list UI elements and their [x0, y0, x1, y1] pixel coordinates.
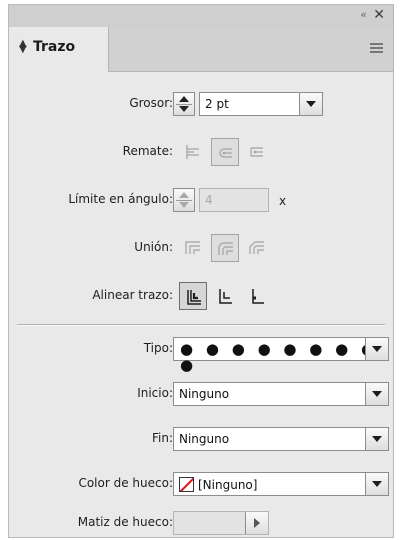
limite-label: Límite en ángulo: [68, 192, 173, 206]
inicio-row: Inicio: Ninguno [9, 379, 393, 409]
color-hueco-dropdown[interactable]: [Ninguno] [173, 472, 389, 496]
projecting-cap-icon[interactable] [243, 138, 271, 166]
close-panel-button[interactable]: ✕ [373, 7, 385, 23]
tab-label: Trazo [33, 39, 76, 55]
matiz-hueco-row: Matiz de hueco: [9, 508, 393, 537]
expand-options-icon[interactable]: ▲ ▼ [19, 39, 27, 55]
tipo-dropdown-button[interactable] [365, 338, 388, 360]
matiz-hueco-label: Matiz de hueco: [77, 515, 173, 529]
limite-stepper[interactable] [173, 188, 195, 212]
fin-label: Fin: [151, 431, 173, 445]
limite-row: Límite en ángulo: 4 x [9, 185, 393, 215]
tab-trazo[interactable]: ▲ ▼ Trazo [9, 27, 109, 72]
inicio-label: Inicio: [137, 386, 173, 400]
butt-cap-icon[interactable] [179, 138, 207, 166]
color-hueco-dropdown-button[interactable] [365, 473, 388, 495]
matiz-hueco-input[interactable] [173, 511, 269, 535]
decrease-icon[interactable] [179, 106, 189, 112]
alinear-label: Alinear trazo: [92, 288, 173, 302]
grosor-dropdown-button[interactable] [299, 93, 322, 115]
section-divider-highlight [17, 325, 385, 326]
fin-row: Fin: Ninguno [9, 424, 393, 454]
color-hueco-label: Color de hueco: [78, 476, 173, 490]
inicio-value: Ninguno [179, 387, 230, 401]
stepper-divider [176, 200, 192, 201]
remate-label: Remate: [122, 144, 173, 158]
grosor-stepper[interactable] [173, 92, 195, 116]
increase-icon[interactable] [179, 96, 189, 102]
collapse-panel-button[interactable]: « [360, 8, 367, 21]
dotted-stroke-preview: ● ● ● ● ● ● ● ● ● [180, 340, 379, 374]
decrease-icon[interactable] [179, 202, 189, 208]
stepper-divider [176, 104, 192, 105]
panel-title-bar[interactable]: « ✕ [9, 5, 393, 28]
tipo-row: Tipo: ● ● ● ● ● ● ● ● ● [9, 334, 393, 373]
alinear-row: Alinear trazo: [9, 281, 393, 311]
matiz-hueco-slider-button[interactable] [245, 512, 268, 534]
fin-value: Ninguno [179, 432, 230, 446]
color-hueco-value: [Ninguno] [198, 478, 258, 492]
fin-dropdown-button[interactable] [365, 428, 388, 450]
grosor-label: Grosor: [129, 96, 173, 110]
tipo-label: Tipo: [143, 341, 173, 355]
color-hueco-row: Color de hueco: [Ninguno] [9, 469, 393, 499]
increase-icon[interactable] [179, 192, 189, 198]
tipo-dropdown[interactable]: ● ● ● ● ● ● ● ● ● [173, 337, 389, 373]
grosor-value: 2 pt [205, 97, 229, 111]
align-outside-icon[interactable] [243, 282, 271, 310]
limite-input[interactable]: 4 [199, 188, 269, 212]
align-inside-icon[interactable] [211, 282, 239, 310]
inicio-dropdown-button[interactable] [365, 383, 388, 405]
panel-tab-row: ▲ ▼ Trazo [9, 27, 393, 72]
union-label: Unión: [134, 240, 173, 254]
grosor-row: Grosor: 2 pt [9, 89, 393, 119]
grosor-input[interactable]: 2 pt [199, 92, 323, 116]
panel-menu-icon[interactable] [370, 43, 383, 53]
stroke-panel: « ✕ ▲ ▼ Trazo Grosor: 2 pt Remate: Límit… [8, 4, 394, 538]
limite-unit: x [279, 194, 287, 208]
round-join-icon[interactable] [211, 234, 239, 262]
remate-row: Remate: [9, 137, 393, 167]
inicio-dropdown[interactable]: Ninguno [173, 382, 389, 406]
none-swatch-icon [179, 477, 194, 492]
round-cap-icon[interactable] [211, 138, 239, 166]
align-center-icon[interactable] [179, 282, 207, 310]
union-row: Unión: [9, 233, 393, 263]
limite-value: 4 [205, 193, 213, 207]
fin-dropdown[interactable]: Ninguno [173, 427, 389, 451]
bevel-join-icon[interactable] [243, 234, 271, 262]
miter-join-icon[interactable] [179, 234, 207, 262]
